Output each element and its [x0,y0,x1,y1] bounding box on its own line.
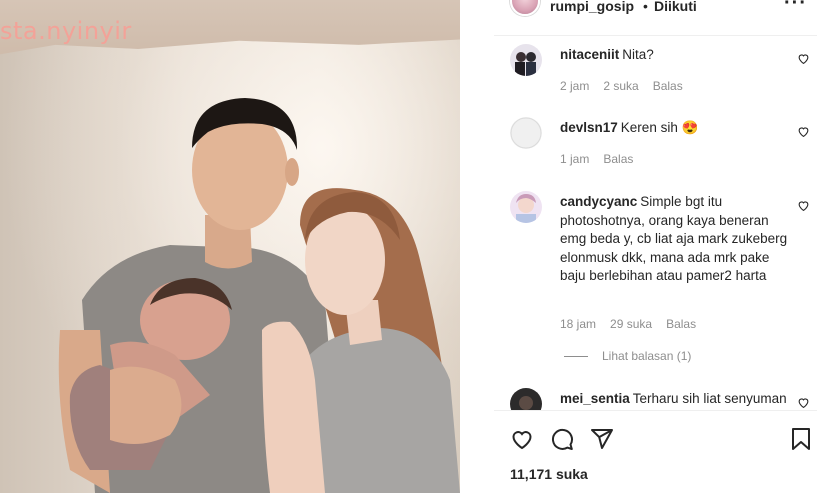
comment-likes[interactable]: 2 suka [603,79,638,93]
comment-avatar[interactable] [510,191,542,223]
comment-meta: 2 jam 2 suka Balas [560,79,697,93]
family-photo [58,98,460,493]
header-separator: • [643,0,648,14]
post-media[interactable]: sta.nyinyir [0,0,460,493]
view-replies-button[interactable]: Lihat balasan (1) [564,349,691,363]
heart-outline-icon[interactable] [797,396,810,409]
comment-body: Keren sih 😍 [620,120,699,135]
reply-button[interactable]: Balas [653,79,683,93]
comment-username[interactable]: devlsn17 [560,120,618,135]
author-username[interactable]: rumpi_gosip [550,0,634,14]
post-header: rumpi_gosip • Diikuti ··· [494,0,817,36]
comment-time: 18 jam [560,317,597,331]
avatar-image [510,191,542,223]
view-replies-label: Lihat balasan (1) [602,349,692,363]
heart-outline-icon[interactable] [797,125,810,138]
comment-icon[interactable] [550,427,574,451]
avatar-image [510,44,542,76]
comment-body: Nita? [622,47,654,62]
comment-time: 1 jam [560,152,590,166]
likes-count[interactable]: 11,171 suka [510,466,588,482]
action-bar [494,410,817,460]
comment-likes[interactable]: 29 suka [610,317,652,331]
post-panel: rumpi_gosip • Diikuti ··· nitaceniit Nita… [494,0,817,493]
comment-username[interactable]: nitaceniit [560,47,619,62]
comment-text: mei_sentia Terharu sih liat senyuman [560,390,793,409]
comment-meta: 18 jam 29 suka Balas [560,317,710,331]
default-avatar-icon [510,117,542,149]
comment-time: 2 jam [560,79,590,93]
comment-body: Terharu sih liat senyuman [632,391,787,406]
comment-meta: 1 jam Balas [560,152,647,166]
heart-icon[interactable] [509,427,535,451]
heart-outline-icon[interactable] [797,52,810,65]
comment-username[interactable]: mei_sentia [560,391,630,406]
man-hand [110,366,182,444]
replies-line [564,356,588,358]
reply-button[interactable]: Balas [603,152,633,166]
comment-text: nitaceniit Nita? [560,46,793,65]
avatar-image [510,388,542,410]
heart-outline-icon[interactable] [797,199,810,212]
following-button[interactable]: Diikuti [654,0,697,14]
bookmark-icon[interactable] [791,427,811,451]
comment-avatar[interactable] [510,44,542,76]
comment-avatar[interactable] [510,117,542,149]
comment-username[interactable]: candycyanc [560,194,637,209]
comment-text: devlsn17 Keren sih 😍 [560,119,793,138]
share-icon[interactable] [590,427,614,451]
comments-list[interactable]: nitaceniit Nita? 2 jam 2 suka Balas devlsn1… [494,36,817,410]
man-ear [285,158,299,186]
comment-avatar[interactable] [510,388,542,410]
author-avatar[interactable] [510,0,540,16]
reply-button[interactable]: Balas [666,317,696,331]
comment-text: candycyanc Simple bgt itu photoshotnya, o… [560,193,793,286]
more-options-icon[interactable]: ··· [784,0,807,15]
